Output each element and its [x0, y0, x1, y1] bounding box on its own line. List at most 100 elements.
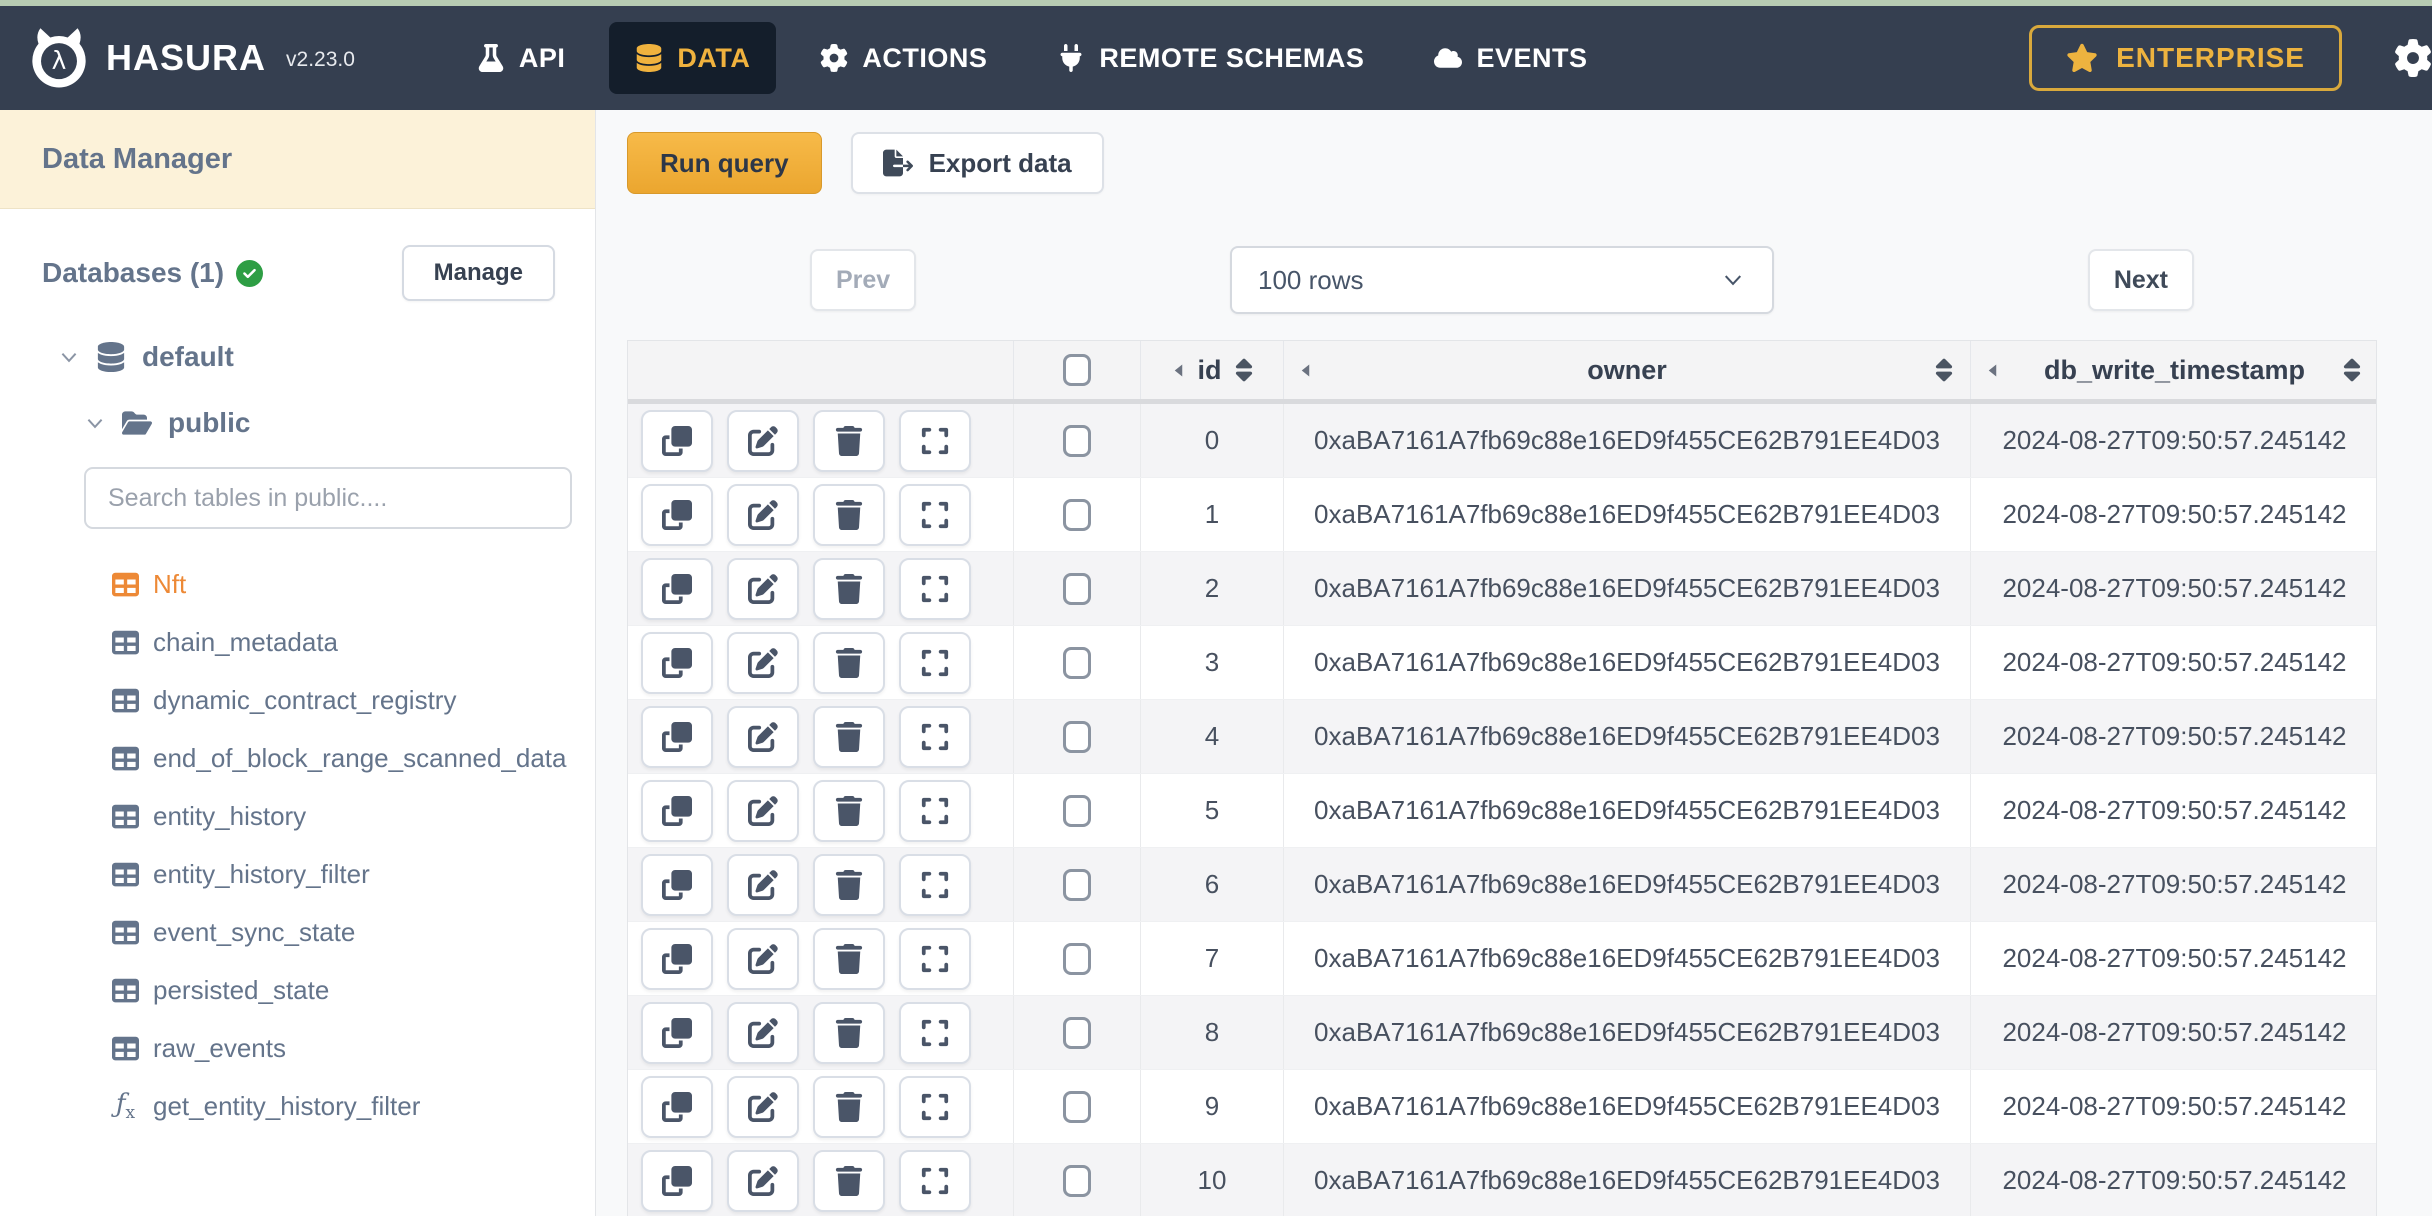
tree-item-schema[interactable]: public — [84, 407, 595, 439]
clone-row-button[interactable] — [641, 853, 713, 916]
expand-row-button[interactable] — [899, 631, 971, 694]
sidebar-table-item[interactable]: end_of_block_range_scanned_data — [112, 729, 595, 787]
sidebar-table-item-active[interactable]: Nft — [112, 555, 595, 613]
clone-row-button[interactable] — [641, 631, 713, 694]
expand-row-button[interactable] — [899, 853, 971, 916]
nav-item-api[interactable]: API — [451, 22, 592, 94]
row-checkbox[interactable] — [1063, 498, 1091, 531]
expand-row-button[interactable] — [899, 1075, 971, 1138]
search-tables-input[interactable] — [84, 467, 572, 529]
delete-row-button[interactable] — [813, 631, 885, 694]
clone-row-button[interactable] — [641, 409, 713, 472]
sidebar-function-item[interactable]: ƒx get_entity_history_filter — [112, 1077, 595, 1135]
tree-item-database[interactable]: default — [58, 341, 595, 373]
expand-row-button[interactable] — [899, 705, 971, 768]
edit-row-button[interactable] — [727, 409, 799, 472]
expand-icon — [921, 501, 949, 528]
brand: λ HASURA v2.23.0 — [28, 27, 355, 89]
expand-row-button[interactable] — [899, 483, 971, 546]
delete-row-button[interactable] — [813, 1075, 885, 1138]
edit-row-button[interactable] — [727, 927, 799, 990]
row-checkbox[interactable] — [1063, 942, 1091, 975]
select-all-checkbox[interactable] — [1063, 354, 1091, 386]
expand-row-button[interactable] — [899, 409, 971, 472]
column-header-db-write-timestamp[interactable]: db_write_timestamp — [1971, 341, 2378, 399]
chevron-down-icon[interactable] — [58, 346, 80, 368]
edit-row-button[interactable] — [727, 557, 799, 620]
clone-row-button[interactable] — [641, 557, 713, 620]
delete-row-button[interactable] — [813, 927, 885, 990]
trash-icon — [835, 943, 863, 974]
row-checkbox[interactable] — [1063, 1090, 1091, 1123]
row-checkbox[interactable] — [1063, 1016, 1091, 1049]
edit-row-button[interactable] — [727, 705, 799, 768]
expand-icon — [921, 1093, 949, 1120]
expand-row-button[interactable] — [899, 927, 971, 990]
caret-left-icon[interactable] — [1298, 363, 1313, 378]
caret-left-icon[interactable] — [1985, 363, 2000, 378]
expand-row-button[interactable] — [899, 1149, 971, 1212]
chevron-down-icon[interactable] — [84, 412, 106, 434]
clone-row-button[interactable] — [641, 483, 713, 546]
row-checkbox[interactable] — [1063, 646, 1091, 679]
cloud-icon — [1434, 48, 1463, 68]
column-header-id[interactable]: id — [1141, 341, 1284, 399]
edit-row-button[interactable] — [727, 779, 799, 842]
clone-row-button[interactable] — [641, 927, 713, 990]
sort-icon[interactable] — [2342, 357, 2362, 383]
row-checkbox[interactable] — [1063, 1164, 1091, 1197]
edit-row-button[interactable] — [727, 1075, 799, 1138]
delete-row-button[interactable] — [813, 1001, 885, 1064]
expand-row-button[interactable] — [899, 1001, 971, 1064]
edit-row-button[interactable] — [727, 1149, 799, 1212]
expand-row-button[interactable] — [899, 779, 971, 842]
expand-row-button[interactable] — [899, 557, 971, 620]
prev-page-button[interactable]: Prev — [810, 249, 917, 311]
sidebar-table-item[interactable]: entity_history_filter — [112, 845, 595, 903]
row-checkbox[interactable] — [1063, 868, 1091, 901]
row-checkbox[interactable] — [1063, 720, 1091, 753]
clone-row-button[interactable] — [641, 779, 713, 842]
row-checkbox[interactable] — [1063, 794, 1091, 827]
edit-row-button[interactable] — [727, 631, 799, 694]
delete-row-button[interactable] — [813, 483, 885, 546]
clone-row-button[interactable] — [641, 705, 713, 768]
run-query-button[interactable]: Run query — [627, 132, 822, 194]
clone-row-button[interactable] — [641, 1075, 713, 1138]
enterprise-button[interactable]: ENTERPRISE — [2029, 25, 2342, 91]
manage-button[interactable]: Manage — [401, 245, 555, 301]
next-page-button[interactable]: Next — [2087, 249, 2194, 311]
export-data-button[interactable]: Export data — [850, 132, 1104, 194]
sort-icon[interactable] — [1934, 357, 1954, 383]
edit-row-button[interactable] — [727, 853, 799, 916]
sidebar-table-item[interactable]: event_sync_state — [112, 903, 595, 961]
nav-item-events[interactable]: EVENTS — [1408, 22, 1613, 94]
sidebar-table-item[interactable]: persisted_state — [112, 961, 595, 1019]
sidebar-table-item[interactable]: entity_history — [112, 787, 595, 845]
delete-row-button[interactable] — [813, 705, 885, 768]
clone-row-button[interactable] — [641, 1001, 713, 1064]
nav-item-actions[interactable]: ACTIONS — [794, 22, 1013, 94]
clone-row-button[interactable] — [641, 1149, 713, 1212]
sidebar-table-item[interactable]: raw_events — [112, 1019, 595, 1077]
edit-row-button[interactable] — [727, 483, 799, 546]
sidebar-table-item[interactable]: chain_metadata — [112, 613, 595, 671]
caret-left-icon[interactable] — [1171, 363, 1186, 378]
nav-item-remote-schemas[interactable]: REMOTE SCHEMAS — [1031, 22, 1390, 94]
edit-row-button[interactable] — [727, 1001, 799, 1064]
row-checkbox[interactable] — [1063, 424, 1091, 457]
sidebar-table-item[interactable]: dynamic_contract_registry — [112, 671, 595, 729]
delete-row-button[interactable] — [813, 557, 885, 620]
delete-row-button[interactable] — [813, 853, 885, 916]
delete-row-button[interactable] — [813, 779, 885, 842]
delete-row-button[interactable] — [813, 1149, 885, 1212]
delete-row-button[interactable] — [813, 409, 885, 472]
column-header-owner[interactable]: owner — [1284, 341, 1971, 399]
row-checkbox[interactable] — [1063, 572, 1091, 605]
settings-gear-icon[interactable] — [2394, 39, 2432, 77]
trash-icon — [835, 869, 863, 900]
sort-icon[interactable] — [1234, 357, 1254, 383]
check-circle-icon — [236, 259, 264, 287]
rows-per-page-select[interactable]: 100 rows — [1230, 246, 1775, 314]
nav-item-data[interactable]: DATA — [609, 22, 777, 94]
